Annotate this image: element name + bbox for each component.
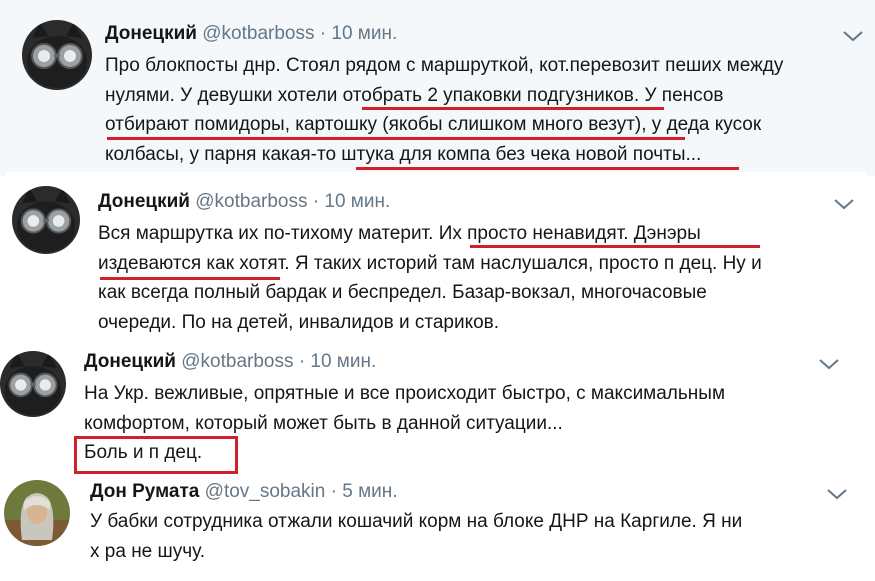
avatar[interactable] bbox=[0, 351, 66, 417]
cat-avatar-icon bbox=[12, 186, 80, 254]
avatar[interactable] bbox=[4, 480, 70, 546]
author-name[interactable]: Дон Румата bbox=[90, 481, 199, 502]
tweet-line: очереди. По на детей, инвалидов и старик… bbox=[98, 311, 500, 333]
cat-avatar-icon bbox=[0, 351, 66, 417]
timestamp[interactable]: 10 мин. bbox=[331, 23, 397, 44]
tweet-line: х ра не шучу. bbox=[90, 540, 206, 562]
avatar[interactable] bbox=[22, 20, 92, 90]
tweet-line: отбирают помидоры, картошку (якобы слишк… bbox=[105, 114, 762, 135]
timestamp[interactable]: 10 мин. bbox=[310, 351, 376, 372]
tweet-text: У бабки сотрудника отжали кошачий корм н… bbox=[90, 507, 742, 566]
chevron-down-icon[interactable] bbox=[842, 29, 864, 43]
author-name[interactable]: Донецкий bbox=[98, 191, 190, 212]
chevron-down-icon[interactable] bbox=[826, 487, 848, 501]
tweet-header: Донецкий @kotbarboss · 10 мин. bbox=[84, 350, 376, 374]
red-underline bbox=[362, 107, 664, 110]
chevron-down-icon[interactable] bbox=[833, 197, 855, 211]
red-underline bbox=[100, 277, 280, 280]
timestamp[interactable]: 5 мин. bbox=[342, 481, 397, 502]
tweet-line: колбасы, у парня какая-то штука для комп… bbox=[105, 143, 702, 165]
separator: · bbox=[298, 351, 306, 372]
separator: · bbox=[319, 23, 327, 44]
author-handle[interactable]: @kotbarboss bbox=[181, 351, 293, 372]
person-avatar-icon bbox=[4, 480, 70, 546]
author-handle[interactable]: @kotbarboss bbox=[202, 23, 314, 44]
chevron-down-icon[interactable] bbox=[818, 357, 840, 371]
avatar[interactable] bbox=[12, 186, 80, 254]
tweet-line: как всегда полный бардак и беспредел. Ба… bbox=[98, 282, 707, 303]
tweet-header: Донецкий @kotbarboss · 10 мин. bbox=[98, 190, 390, 214]
red-highlight-box bbox=[74, 436, 238, 474]
author-handle[interactable]: @tov_sobakin bbox=[205, 481, 326, 502]
red-underline bbox=[470, 245, 760, 248]
author-name[interactable]: Донецкий bbox=[84, 351, 176, 372]
tweet-line: комфортом, который может быть в данной с… bbox=[84, 412, 563, 434]
red-underline bbox=[107, 137, 685, 140]
separator: · bbox=[330, 481, 337, 502]
tweet-line: издеваются как хотят. Я таких историй та… bbox=[98, 252, 762, 274]
tweet-line: Про блокпосты днр. Стоял рядом с маршрут… bbox=[105, 55, 784, 76]
author-name[interactable]: Донецкий bbox=[105, 23, 197, 44]
tweet-header: Дон Румата @tov_sobakin · 5 мин. bbox=[90, 480, 398, 504]
separator: · bbox=[312, 191, 320, 212]
tweet-line: На Укр. вежливые, опрятные и все происхо… bbox=[84, 383, 726, 404]
timestamp[interactable]: 10 мин. bbox=[324, 191, 390, 212]
tweet-line: У бабки сотрудника отжали кошачий корм н… bbox=[90, 511, 743, 532]
tweet-line: нулями. У девушки хотели отобрать 2 упак… bbox=[105, 84, 724, 106]
tweet-text: Про блокпосты днр. Стоял рядом с маршрут… bbox=[105, 51, 783, 169]
cat-avatar-icon bbox=[22, 20, 92, 90]
author-handle[interactable]: @kotbarboss bbox=[195, 191, 307, 212]
red-underline bbox=[356, 167, 739, 170]
tweet-header: Донецкий @kotbarboss · 10 мин. bbox=[105, 22, 397, 46]
